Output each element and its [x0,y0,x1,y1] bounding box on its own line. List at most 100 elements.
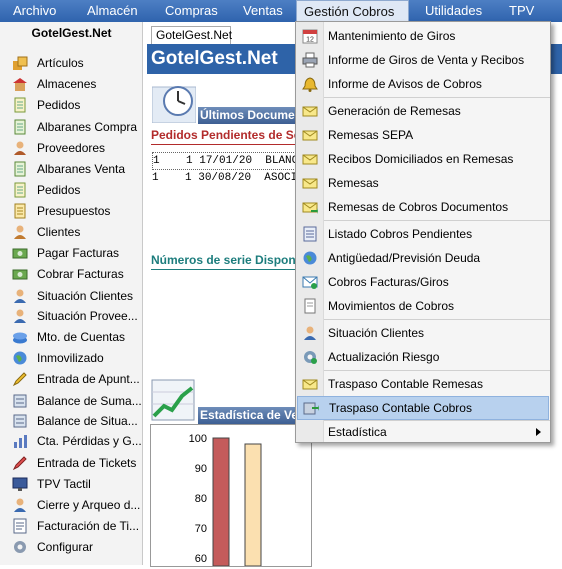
sidebar-title: GotelGest.Net [31,26,112,40]
sidebar-item-label: Mto. de Cuentas [37,330,126,344]
menu-item-recibos-domiciliados[interactable]: Recibos Domiciliados en Remesas [297,147,549,171]
boxes-icon [12,55,28,71]
menu-item-informe-giros[interactable]: Informe de Giros de Venta y Recibos [297,48,549,72]
menu-compras[interactable]: Compras [158,0,225,22]
sidebar-item-label: Facturación de Ti... [37,519,140,533]
sidebar-item-cobrar-facturas[interactable]: Cobrar Facturas [12,264,142,284]
sidebar-item-label: Balance de Situa... [37,414,138,428]
sidebar-item-albaranes-venta[interactable]: Albaranes Venta [12,159,142,179]
gear-icon [302,349,318,365]
sidebar-item-presupuestos[interactable]: Presupuestos [12,201,142,221]
person-icon [302,325,318,341]
menu-item-estadistica[interactable]: Estadística [297,420,549,444]
menu-item-remesas-cobros-documentos[interactable]: Remesas de Cobros Documentos [297,195,549,219]
y-tick-label: 80 [195,493,207,505]
sidebar-item-cta-perdidas[interactable]: Cta. Pérdidas y G... [12,431,142,451]
y-tick-label: 70 [195,523,207,535]
sidebar-item-entrada-apuntes[interactable]: Entrada de Apunt... [12,369,142,389]
sidebar-item-label: Albaranes Compra [37,120,138,134]
mail-icon [302,274,318,290]
menu-item-informe-avisos[interactable]: Informe de Avisos de Cobros [297,72,549,96]
sidebar: GotelGest.Net Artículos Almacenes Pedido… [0,22,143,565]
menu-utilidades[interactable]: Utilidades [418,0,489,22]
bank-icon [12,329,28,345]
sidebar-item-label: Situación Provee... [37,309,138,323]
sidebar-item-cierre-arqueo[interactable]: Cierre y Arqueo d... [12,495,142,515]
menu-item-remesas[interactable]: Remesas [297,171,549,195]
menu-item-antiguedad-prevision[interactable]: Antigüedad/Previsión Deuda [297,246,549,270]
menu-item-generacion-remesas[interactable]: Generación de Remesas [297,99,549,123]
person-icon [12,224,28,240]
sidebar-item-label: Inmovilizado [37,351,104,365]
sidebar-item-pedidos-venta[interactable]: Pedidos [12,180,142,200]
monitor-icon [12,476,28,492]
sales-chart: 100 90 80 70 60 [150,424,312,567]
sidebar-item-tpv-tactil[interactable]: TPV Tactil [12,474,142,494]
pencil-icon [12,371,28,387]
globe-icon [302,250,318,266]
sidebar-item-label: Entrada de Tickets [37,456,137,470]
menu-item-listado-cobros-pendientes[interactable]: Listado Cobros Pendientes [297,222,549,246]
sidebar-item-articulos[interactable]: Artículos [12,53,142,73]
chart-icon [12,433,28,449]
menu-item-actualizacion-riesgo[interactable]: Actualización Riesgo [297,345,549,369]
sidebar-item-proveedores[interactable]: Proveedores [12,138,142,158]
list-icon [302,226,318,242]
bell-icon [302,76,318,92]
menu-item-cobros-facturas-giros[interactable]: Cobros Facturas/Giros [297,270,549,294]
person-icon [12,140,28,156]
chart-bar [212,437,230,567]
sidebar-item-facturacion-tickets[interactable]: Facturación de Ti... [12,516,142,536]
sidebar-item-situacion-clientes[interactable]: Situación Clientes [12,286,142,306]
sidebar-item-entrada-tickets[interactable]: Entrada de Tickets [12,453,142,473]
menu-almacen[interactable]: Almacén [80,0,145,22]
sidebar-item-balance-situacion[interactable]: Balance de Situa... [12,411,142,431]
menu-item-remesas-sepa[interactable]: Remesas SEPA [297,123,549,147]
transfer-icon [303,400,319,416]
menu-item-traspaso-contable-remesas[interactable]: Traspaso Contable Remesas [297,372,549,396]
sidebar-item-label: Cierre y Arqueo d... [37,498,141,512]
menu-bar: Archivo Almacén Compras Ventas Gestión C… [0,0,562,22]
sidebar-item-label: Pedidos [37,183,81,197]
menu-item-mantenimiento-giros[interactable]: 12 Mantenimiento de Giros [297,24,549,48]
sidebar-item-pedidos[interactable]: Pedidos [12,95,142,115]
sidebar-item-label: Almacenes [37,77,97,91]
menu-gestion-cobros[interactable]: Gestión Cobros [296,0,409,22]
envelope-arrow-icon [302,199,318,215]
y-tick-label: 90 [195,463,207,475]
divider [151,144,301,145]
menu-archivo[interactable]: Archivo [6,0,63,22]
sidebar-item-balance-sumas[interactable]: Balance de Suma... [12,391,142,411]
sidebar-item-situacion-proveedores[interactable]: Situación Provee... [12,306,142,326]
y-tick-label: 100 [189,433,207,445]
envelope-icon [302,175,318,191]
svg-text:12: 12 [306,37,314,44]
sidebar-item-label: Pedidos [37,98,81,112]
sidebar-item-label: Albaranes Venta [37,162,126,176]
sidebar-item-pagar-facturas[interactable]: Pagar Facturas [12,243,142,263]
menu-item-situacion-clientes[interactable]: Situación Clientes [297,321,549,345]
document-tab[interactable]: GotelGest.Net [151,26,232,44]
menu-item-movimientos-cobros[interactable]: Movimientos de Cobros [297,294,549,318]
person-icon [12,308,28,324]
latest-documents-header: Últimos Documentos [198,107,310,124]
sidebar-item-clientes[interactable]: Clientes [12,222,142,242]
sidebar-item-mto-cuentas[interactable]: Mto. de Cuentas [12,327,142,347]
sidebar-item-albaranes-compra[interactable]: Albaranes Compra [12,117,142,137]
menu-separator [324,319,550,320]
menu-tpv[interactable]: TPV [502,0,541,22]
sidebar-item-label: Cobrar Facturas [37,267,124,281]
sidebar-item-inmovilizado[interactable]: Inmovilizado [12,348,142,368]
submenu-arrow-icon [536,428,541,436]
menu-ventas[interactable]: Ventas [236,0,290,22]
table-row[interactable]: 1 1 17/01/20 BLANCA GA [152,152,325,170]
sidebar-item-almacenes[interactable]: Almacenes [12,74,142,94]
menu-item-traspaso-contable-cobros[interactable]: Traspaso Contable Cobros [297,396,549,420]
sales-stats-header: Estadística de Ventas [198,407,310,424]
gestion-cobros-menu: 12 Mantenimiento de Giros Informe de Gir… [295,21,551,443]
clock-icon [151,79,197,126]
y-tick-label: 60 [195,553,207,565]
chart-svg: 100 90 80 70 60 [189,433,262,567]
sidebar-item-configurar[interactable]: Configurar [12,537,142,557]
envelope-icon [302,127,318,143]
